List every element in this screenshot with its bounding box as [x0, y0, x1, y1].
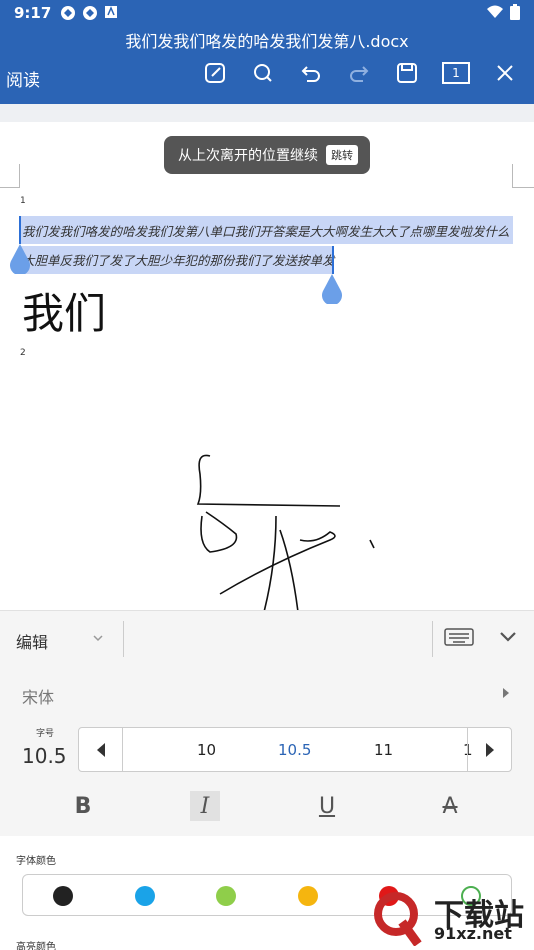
notification-icon [83, 6, 97, 20]
paragraph-text[interactable]: 我们发我们咯发的哈发我们发第八单口我们开答案是大大啊发生大大了点哪里发啦发什么 … [22, 217, 513, 275]
chevron-right-icon [503, 688, 509, 698]
selection-cursor-start [19, 216, 21, 244]
paragraph-number: 2 [20, 348, 26, 358]
size-prev-button[interactable] [79, 728, 123, 771]
toolbar: 1 [202, 60, 518, 86]
app-header: 9:17 我们发我们咯发的哈发我们发第八.docx 阅读 1 [0, 0, 534, 104]
keyboard-icon[interactable] [444, 627, 474, 647]
document-canvas[interactable]: 从上次离开的位置继续 跳转 1 我们发我们咯发的哈发我们发第八单口我们开答案是大… [0, 104, 534, 610]
color-swatch[interactable] [298, 886, 318, 906]
divider [123, 621, 124, 657]
selection-end-handle[interactable] [321, 274, 343, 304]
selection-cursor-end [332, 246, 334, 274]
search-icon[interactable] [250, 60, 276, 86]
notification-icon [61, 6, 75, 20]
font-selector[interactable]: 宋体 [0, 674, 534, 714]
highlight-color-label: 高亮颜色 [16, 942, 56, 950]
panel-header: 编辑 [0, 610, 534, 666]
large-text[interactable]: 我们 [22, 280, 106, 341]
page-corner-right [512, 164, 534, 188]
redo-icon[interactable] [346, 60, 372, 86]
page-gap [0, 104, 534, 122]
read-mode-button[interactable]: 阅读 [6, 66, 40, 91]
save-icon[interactable] [394, 60, 420, 86]
font-size-value: 10.5 [22, 744, 67, 768]
strikethrough-button[interactable]: A [435, 791, 465, 821]
size-option[interactable]: 10 [197, 741, 216, 759]
selection-start-handle[interactable] [9, 244, 31, 274]
toast-text: 从上次离开的位置继续 [178, 148, 318, 164]
font-size-picker[interactable]: 10 10.5 11 1 [78, 727, 512, 772]
document-title: 我们发我们咯发的哈发我们发第八.docx [125, 32, 409, 51]
resume-toast: 从上次离开的位置继续 跳转 [164, 136, 370, 174]
size-next-button[interactable] [467, 728, 511, 771]
size-option-selected[interactable]: 10.5 [278, 741, 311, 759]
status-time: 9:17 [14, 4, 52, 22]
battery-icon [510, 4, 520, 20]
collapse-chevron-icon[interactable] [498, 629, 518, 645]
color-swatch[interactable] [135, 886, 155, 906]
undo-icon[interactable] [298, 60, 324, 86]
bold-button[interactable]: B [68, 791, 98, 821]
triangle-left-icon [96, 742, 105, 757]
edit-icon[interactable] [202, 60, 228, 86]
jump-button[interactable]: 跳转 [326, 145, 358, 165]
close-icon[interactable] [492, 60, 518, 86]
edit-mode-dropdown[interactable]: 编辑 [16, 629, 48, 653]
text-style-row: B I U A [0, 788, 534, 828]
font-name: 宋体 [22, 688, 55, 707]
italic-button[interactable]: I [190, 791, 220, 821]
handwriting-drawing[interactable] [180, 444, 400, 610]
font-size-label: 字号 [36, 729, 55, 739]
divider [432, 621, 433, 657]
page-corner-left [0, 164, 20, 188]
watermark-url: 91xz.net [434, 924, 512, 943]
size-option[interactable]: 11 [374, 741, 393, 759]
paragraph-number: 1 [20, 196, 26, 206]
color-swatch[interactable] [53, 886, 73, 906]
app-icon [105, 6, 117, 18]
status-bar: 9:17 [0, 0, 534, 26]
page-count-button[interactable]: 1 [442, 62, 470, 84]
triangle-right-icon [485, 742, 494, 757]
watermark: 下载站 91xz.net [372, 890, 532, 948]
watermark-logo-icon [374, 892, 422, 946]
underline-button[interactable]: U [312, 791, 342, 821]
color-swatch[interactable] [216, 886, 236, 906]
paragraph-line: 我们发我们咯发的哈发我们发第八单口我们开答案是大大啊发生大大了点哪里发啦发什么 [22, 224, 510, 239]
font-color-label: 字体颜色 [16, 856, 56, 867]
wifi-icon [487, 5, 503, 18]
paragraph-line: 大胆单反我们了发了大胆少年犯的那份我们了发送按单发 [22, 253, 335, 268]
chevron-down-icon[interactable] [92, 633, 104, 643]
